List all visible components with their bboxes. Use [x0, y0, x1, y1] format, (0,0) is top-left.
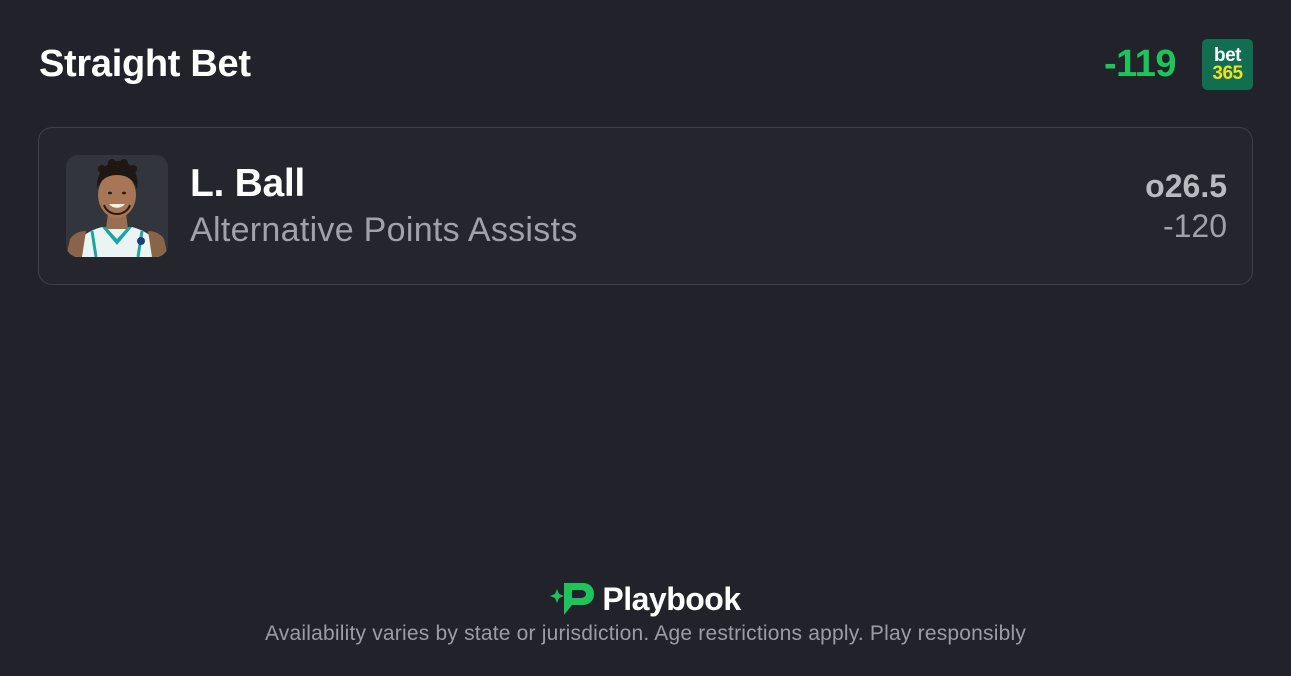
player-headshot-icon [66, 155, 168, 257]
bet-header: Straight Bet -119 bet 365 [39, 38, 1253, 90]
market-name: Alternative Points Assists [190, 211, 578, 249]
playbook-brand[interactable]: Playbook [550, 580, 741, 618]
header-right: -119 bet 365 [1104, 38, 1253, 90]
player-headshot-image [66, 159, 168, 257]
total-odds: -119 [1104, 42, 1176, 85]
leg-odds: -120 [1162, 208, 1227, 244]
footer: Playbook Availability varies by state or… [0, 580, 1291, 646]
bet-slip-page: Straight Bet -119 bet 365 L. Ball Altern… [0, 0, 1291, 676]
responsible-gaming-disclaimer: Availability varies by state or jurisdic… [264, 622, 1027, 645]
playbook-logo-icon [550, 583, 595, 615]
bet-type-title: Straight Bet [39, 42, 251, 85]
playbook-brand-name: Playbook [602, 580, 741, 617]
bet-line: o26.5 [1145, 168, 1227, 204]
book-logo-line2: 365 [1212, 63, 1243, 84]
bet365-logo: bet 365 [1202, 38, 1253, 90]
player-name: L. Ball [190, 162, 305, 205]
bet-leg-card[interactable]: L. Ball Alternative Points Assists o26.5… [38, 127, 1253, 285]
